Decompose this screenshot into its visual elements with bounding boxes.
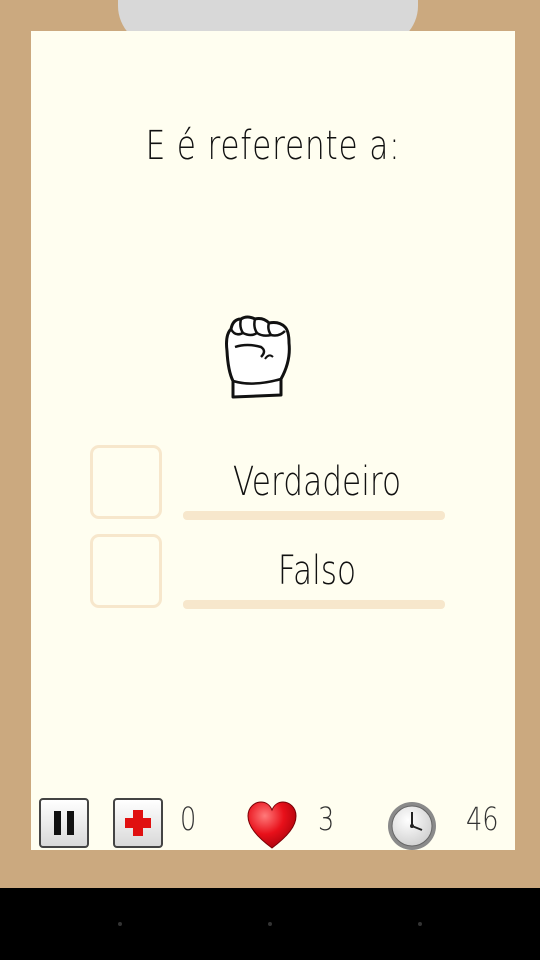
- clock-icon: [388, 802, 436, 850]
- checkbox-falso[interactable]: [90, 534, 162, 608]
- pause-button[interactable]: [39, 798, 89, 848]
- option-underline: [183, 600, 445, 609]
- nav-home-button[interactable]: [268, 922, 272, 926]
- checkbox-verdadeiro[interactable]: [90, 445, 162, 519]
- first-aid-count: 0: [180, 800, 197, 838]
- lives-count: 3: [318, 800, 335, 838]
- pause-icon: [54, 811, 74, 835]
- fist-sign-image: [225, 315, 291, 399]
- nav-recents-button[interactable]: [418, 922, 422, 926]
- first-aid-button[interactable]: [113, 798, 163, 848]
- option-verdadeiro[interactable]: Verdadeiro: [90, 445, 450, 525]
- timer-value: 46: [466, 800, 499, 838]
- question-sheet: E é referente a: Verdadeiro Falso: [31, 31, 515, 850]
- option-label-verdadeiro: Verdadeiro: [232, 459, 402, 505]
- nav-back-button[interactable]: [118, 922, 122, 926]
- option-label-falso: Falso: [277, 548, 357, 594]
- heart-icon: [247, 801, 297, 849]
- option-underline: [183, 511, 445, 520]
- first-aid-icon: [125, 810, 151, 836]
- question-text: E é referente a:: [145, 123, 401, 169]
- option-falso[interactable]: Falso: [90, 534, 450, 614]
- system-navigation-bar: [0, 888, 540, 960]
